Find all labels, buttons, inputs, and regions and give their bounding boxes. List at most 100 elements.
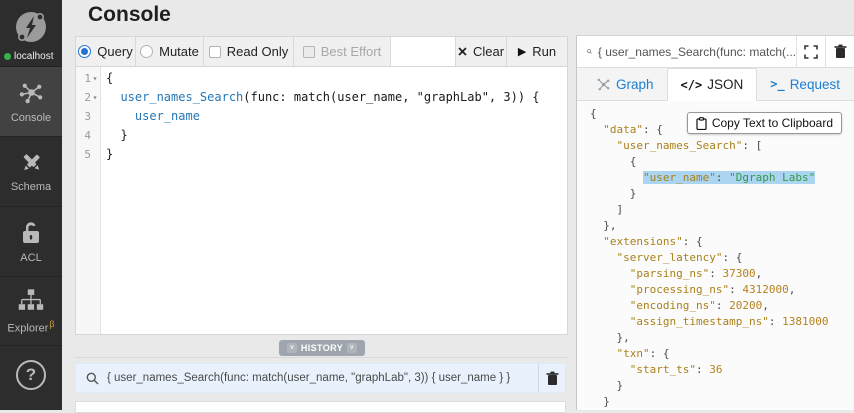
sidebar-item-label: Console [10,112,52,124]
query-panel: Query Mutate Read Only Best Effort Clear… [75,36,568,335]
json-line: "server_latency": { [616,251,743,264]
json-line: } [629,187,637,200]
json-line: } [616,379,624,392]
sidebar-item-label: ACL [20,251,42,264]
best-effort-checkbox[interactable]: Best Effort [294,37,391,66]
code-line: 2 ▾ user_names_Search(func: match(user_na… [76,88,567,107]
beta-badge: β [49,318,55,329]
json-view: { "data": { "user_names_Search": [ { "us… [577,101,854,411]
result-panel: { user_names_Search(func: match(... Grap… [576,35,854,410]
sidebar-item-console[interactable]: Console [0,66,62,136]
radio-unchecked-icon [140,45,154,58]
toolbar-spacer [391,37,456,66]
server-label: localhost [14,51,54,62]
history-item-partial[interactable] [75,401,566,413]
history-divider [75,357,568,358]
clear-x-icon [458,47,467,56]
fullscreen-icon [804,44,818,59]
query-radio[interactable]: Query [76,37,136,66]
query-editor[interactable]: 1 ▾{2 ▾ user_names_Search(func: match(user… [76,67,567,334]
history-toggle[interactable]: ∨ HISTORY ∨ [279,340,365,356]
help-icon: ? [16,360,46,390]
code-brackets-icon: </> [680,77,703,92]
page-title: Console [88,3,171,26]
clear-button[interactable]: Clear [456,37,507,66]
play-icon: ▶ [517,46,527,58]
mutate-radio[interactable]: Mutate [136,37,204,66]
clear-result-button[interactable] [825,36,854,67]
chevron-down-icon: ∨ [347,343,357,353]
result-query-display[interactable]: { user_names_Search(func: match(... [577,36,796,67]
fold-arrow-icon [91,107,99,126]
run-label: Run [532,44,557,59]
sidebar-item-label: Schema [10,181,52,193]
fullscreen-button[interactable] [796,36,825,67]
result-tabs: Graph </> JSON >_ Request [577,68,854,101]
result-query-text: { user_names_Search(func: match(... [597,44,796,59]
schema-pencils-icon [23,154,40,171]
fold-arrow-icon[interactable]: ▾ [91,69,99,88]
history-item[interactable]: { user_names_Search(func: match(user_nam… [75,363,566,393]
line-number: 1 ▾ [76,69,101,88]
sidebar-item-explorer[interactable]: Explorerβ [0,276,62,346]
history-delete-button[interactable] [538,364,565,392]
tab-graph-label: Graph [616,76,654,92]
fold-arrow-icon [91,145,99,164]
sidebar-item-acl[interactable]: ACL [0,206,62,276]
trash-icon [834,44,846,58]
json-line: "start_ts": 36 [629,363,723,376]
code-lines: 1 ▾{2 ▾ user_names_Search(func: match(user… [76,69,567,164]
code-line: 1 ▾{ [76,69,567,88]
json-line: "encoding_ns": 20200, [629,299,769,312]
dgraph-logo-icon [16,12,46,42]
search-icon [86,372,99,385]
line-number: 2 ▾ [76,88,101,107]
help-button[interactable]: ? [0,360,62,390]
explorer-tree-icon [18,289,44,310]
json-line: "processing_ns": 4312000, [629,283,796,296]
sidebar-item-label: Explorerβ [7,318,55,335]
code-line: 4 } [76,126,567,145]
run-button[interactable]: ▶ Run [507,37,567,66]
line-number: 3 [76,107,101,126]
best-effort-label: Best Effort [320,44,382,59]
query-radio-label: Query [97,44,133,59]
line-number: 5 [76,145,101,164]
json-line: "parsing_ns": 37300, [629,267,763,280]
json-line: ] [616,203,624,216]
clipboard-icon [696,116,707,130]
code-line: 3 user_name [76,107,567,126]
read-only-label: Read Only [226,44,289,59]
tab-graph[interactable]: Graph [583,68,667,100]
tab-request-label: Request [789,76,840,92]
tab-json[interactable]: </> JSON [666,68,758,101]
acl-lock-icon [23,221,39,243]
clear-label: Clear [472,44,505,59]
code-line: 5 } [76,145,567,164]
history-toggle-label: HISTORY [300,343,344,353]
server-status[interactable]: localhost [4,51,62,62]
console-graph-icon [19,83,42,104]
graph-icon [597,78,610,90]
copy-to-clipboard-button[interactable]: Copy Text to Clipboard [686,112,842,134]
json-line: }, [603,219,617,232]
json-line: } [603,395,610,408]
radio-checked-icon [78,45,92,58]
json-line: "extensions": { [603,235,703,248]
fold-arrow-icon [91,126,99,145]
read-only-checkbox[interactable]: Read Only [204,37,294,66]
sidebar-item-schema[interactable]: Schema [0,136,62,206]
json-line: } [590,410,854,411]
fold-arrow-icon[interactable]: ▾ [91,88,99,107]
checkbox-icon [208,45,221,58]
json-line: }, [616,331,630,344]
tab-request[interactable]: >_ Request [757,68,853,100]
sidebar: localhost Console Schema ACL Explorerβ ? [0,0,62,410]
trash-icon [546,371,558,385]
checkbox-icon [302,45,315,58]
json-line: "user_name": "Dgraph Labs" [642,171,816,184]
query-toolbar: Query Mutate Read Only Best Effort Clear… [76,37,567,67]
json-line: { [629,155,637,168]
mutate-radio-label: Mutate [159,44,199,59]
dgraph-logo [0,0,62,50]
